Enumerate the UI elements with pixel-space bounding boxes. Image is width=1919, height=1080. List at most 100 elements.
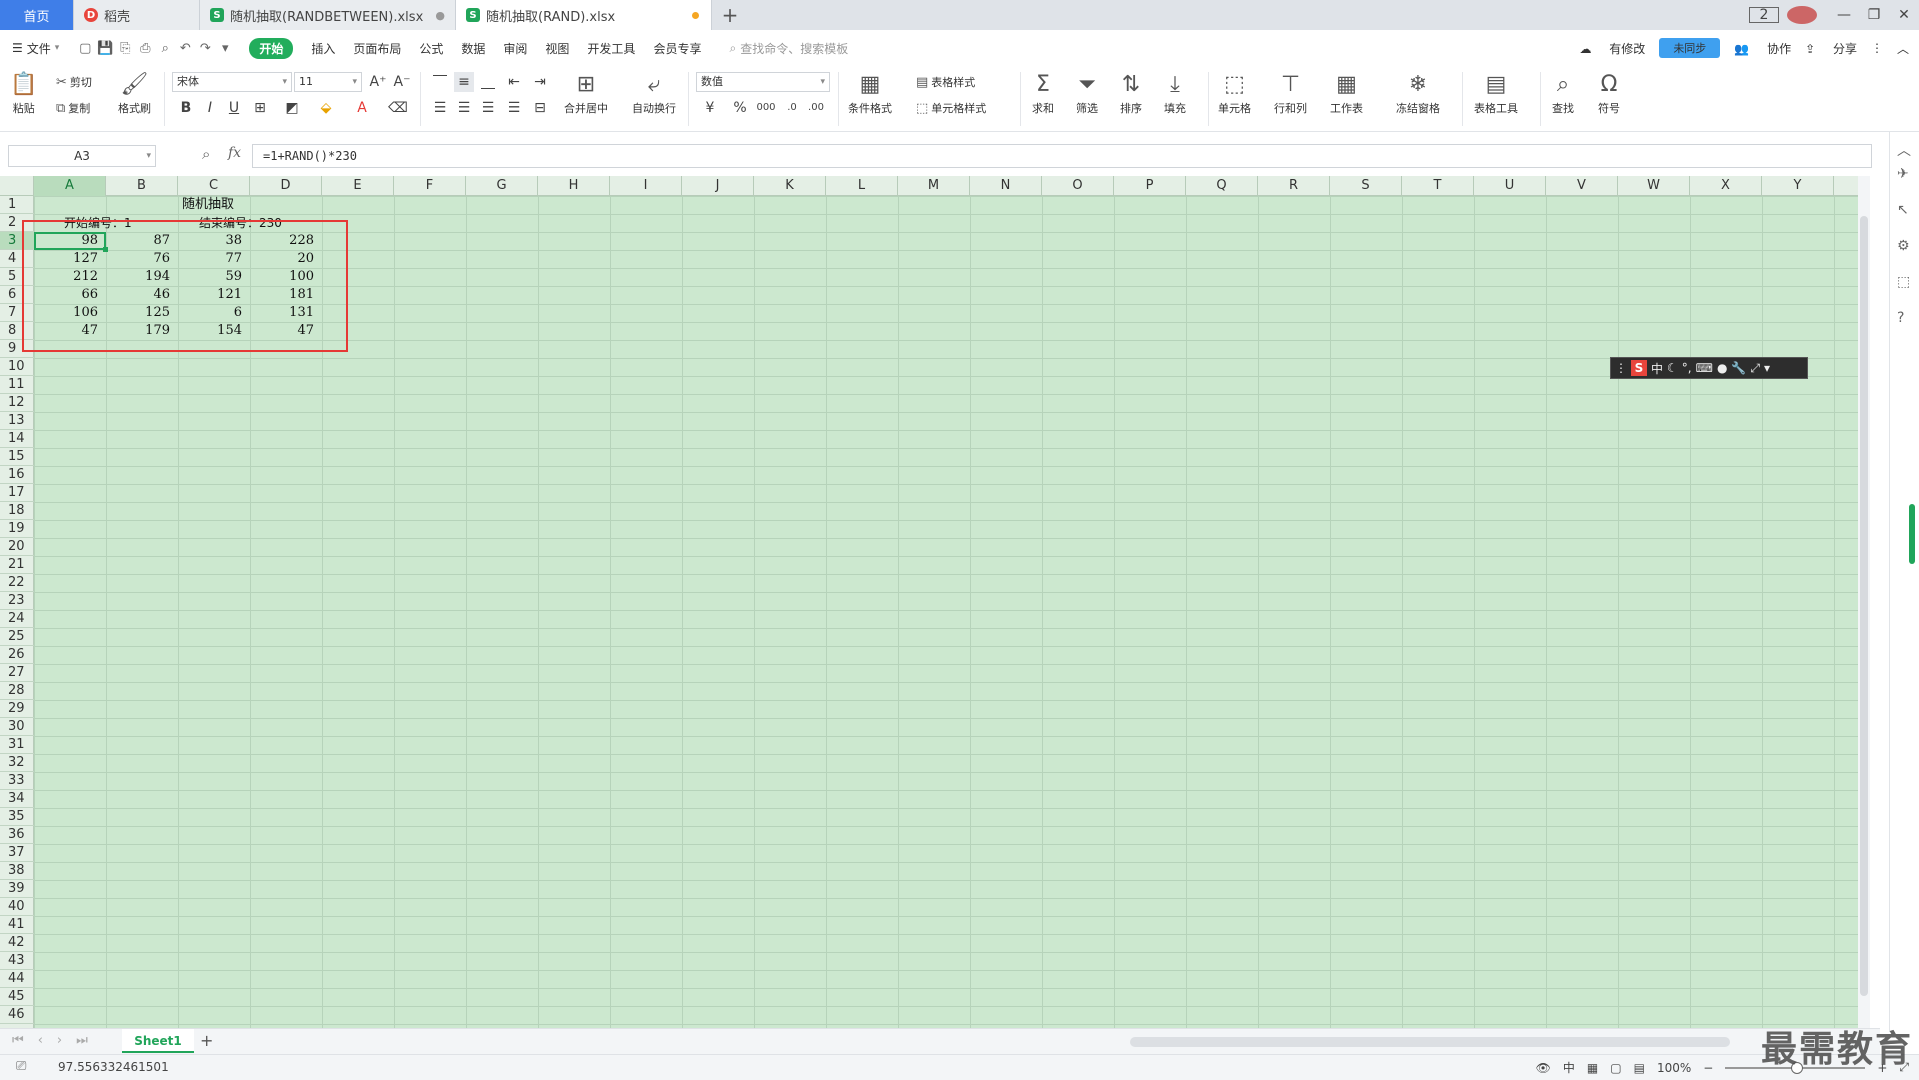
zoom-level[interactable]: 100% xyxy=(1657,1061,1691,1075)
tab-home[interactable]: 首页 xyxy=(0,0,74,30)
prev-sheet-icon[interactable]: ‹ xyxy=(38,1033,43,1048)
row-header-17[interactable]: 17 xyxy=(0,484,34,502)
row-header-45[interactable]: 45 xyxy=(0,988,34,1006)
tab-daoke[interactable]: D 稻壳 xyxy=(74,0,200,30)
column-header-v[interactable]: V xyxy=(1546,176,1618,196)
row-header-46[interactable]: 46 xyxy=(0,1006,34,1024)
undo-icon[interactable]: ↶ xyxy=(175,41,195,56)
formula-input[interactable]: =1+RAND()*230 xyxy=(252,144,1872,168)
new-file-icon[interactable]: ▢ xyxy=(75,41,95,56)
table-tools-button[interactable]: ▤ 表格工具 xyxy=(1474,70,1518,116)
row-header-18[interactable]: 18 xyxy=(0,502,34,520)
underline-icon[interactable]: U xyxy=(224,98,244,118)
copy-button[interactable]: ⧉ 复制 xyxy=(56,100,90,116)
italic-icon[interactable]: I xyxy=(200,98,220,118)
tab-developer[interactable]: 开发工具 xyxy=(587,40,635,57)
align-bottom-icon[interactable]: ⎽ xyxy=(478,72,498,92)
tab-file-randbetween[interactable]: S 随机抽取(RANDBETWEEN).xlsx ● xyxy=(200,0,456,30)
share-button[interactable]: ⇪ 分享 xyxy=(1805,40,1857,57)
chevron-up-icon[interactable]: ︿ xyxy=(1897,140,1911,160)
font-color-icon[interactable]: A xyxy=(352,98,372,118)
font-size-select[interactable]: 11 xyxy=(294,72,362,92)
tab-page-layout[interactable]: 页面布局 xyxy=(353,40,401,57)
table-style-button[interactable]: ▤ 表格样式 xyxy=(916,74,975,90)
command-search[interactable]: ⌕ 查找命令、搜索模板 xyxy=(729,40,848,57)
zoom-formula-icon[interactable]: ⌕ xyxy=(202,145,210,163)
row-header-44[interactable]: 44 xyxy=(0,970,34,988)
number-format-select[interactable]: 数值 xyxy=(696,72,830,92)
column-header-p[interactable]: P xyxy=(1114,176,1186,196)
row-header-28[interactable]: 28 xyxy=(0,682,34,700)
indent-increase-icon[interactable]: ⇥ xyxy=(530,72,550,92)
row-header-21[interactable]: 21 xyxy=(0,556,34,574)
print-icon[interactable]: ⎙ xyxy=(135,41,155,56)
collab-button[interactable]: 👥 协作 xyxy=(1734,40,1791,57)
customize-icon[interactable]: ▾ xyxy=(215,41,235,56)
format-painter-button[interactable]: 🖌 格式刷 xyxy=(118,70,151,116)
column-header-o[interactable]: O xyxy=(1042,176,1114,196)
page-layout-view-icon[interactable]: ▢ xyxy=(1610,1061,1621,1075)
last-sheet-icon[interactable]: ⏭ xyxy=(76,1033,88,1048)
add-sheet-button[interactable]: + xyxy=(200,1031,213,1050)
input-mode[interactable]: 中 xyxy=(1563,1059,1575,1076)
page-break-view-icon[interactable]: ▤ xyxy=(1634,1061,1645,1075)
restore-icon[interactable]: ❐ xyxy=(1859,7,1889,23)
next-sheet-icon[interactable]: › xyxy=(57,1033,62,1048)
row-header-15[interactable]: 15 xyxy=(0,448,34,466)
column-header-t[interactable]: T xyxy=(1402,176,1474,196)
column-header-f[interactable]: F xyxy=(394,176,466,196)
row-header-41[interactable]: 41 xyxy=(0,916,34,934)
row-header-25[interactable]: 25 xyxy=(0,628,34,646)
align-left-icon[interactable]: ☰ xyxy=(430,98,450,118)
column-header-b[interactable]: B xyxy=(106,176,178,196)
settings-sliders-icon[interactable]: ⚙ xyxy=(1897,238,1910,254)
align-top-icon[interactable]: ⎺ xyxy=(430,72,450,92)
column-header-i[interactable]: I xyxy=(610,176,682,196)
macro-icon[interactable]: ⎚ xyxy=(16,1059,26,1074)
select-all-corner[interactable] xyxy=(0,176,34,196)
conditional-format-button[interactable]: ▦ 条件格式 xyxy=(848,70,892,116)
file-menu[interactable]: ☰ 文件 ▾ xyxy=(12,40,59,57)
find-button[interactable]: ⌕ 查找 xyxy=(1552,70,1574,116)
ime-lang[interactable]: 中 xyxy=(1651,360,1663,377)
column-header-h[interactable]: H xyxy=(538,176,610,196)
bold-icon[interactable]: B xyxy=(176,98,196,118)
row-header-26[interactable]: 26 xyxy=(0,646,34,664)
redo-icon[interactable]: ↷ xyxy=(195,41,215,56)
merge-center-button[interactable]: ⊞ 合并居中 xyxy=(564,70,608,116)
column-header-w[interactable]: W xyxy=(1618,176,1690,196)
increase-decimal-icon[interactable]: .0 xyxy=(782,98,802,118)
column-header-n[interactable]: N xyxy=(970,176,1042,196)
row-header-19[interactable]: 19 xyxy=(0,520,34,538)
row-header-40[interactable]: 40 xyxy=(0,898,34,916)
sogou-icon[interactable]: S xyxy=(1631,360,1647,376)
cell-button[interactable]: ⬚ 单元格 xyxy=(1218,70,1251,116)
tab-review[interactable]: 审阅 xyxy=(503,40,527,57)
symbol-button[interactable]: Ω 符号 xyxy=(1598,70,1620,116)
row-header-34[interactable]: 34 xyxy=(0,790,34,808)
tab-insert[interactable]: 插入 xyxy=(311,40,335,57)
wrap-text-button[interactable]: ⤶ 自动换行 xyxy=(632,70,676,116)
moon-icon[interactable]: ☾ xyxy=(1667,361,1678,375)
close-icon[interactable]: ✕ xyxy=(1889,7,1919,23)
unsaved-dot-icon[interactable] xyxy=(692,11,699,19)
window-count-badge[interactable]: 2 xyxy=(1749,7,1779,23)
grip-icon[interactable]: ⋮ xyxy=(1615,361,1627,375)
tab-data[interactable]: 数据 xyxy=(461,40,485,57)
column-header-k[interactable]: K xyxy=(754,176,826,196)
row-header-43[interactable]: 43 xyxy=(0,952,34,970)
minimize-icon[interactable]: — xyxy=(1829,7,1859,23)
decrease-font-icon[interactable]: A⁻ xyxy=(392,72,412,92)
font-name-select[interactable]: 宋体 xyxy=(172,72,292,92)
cell-style-button[interactable]: ⬚ 单元格样式 xyxy=(916,100,986,116)
row-header-39[interactable]: 39 xyxy=(0,880,34,898)
sum-button[interactable]: Σ 求和 xyxy=(1032,70,1054,116)
print-preview-icon[interactable]: ⌕ xyxy=(155,41,175,56)
column-header-u[interactable]: U xyxy=(1474,176,1546,196)
user-icon[interactable]: ● xyxy=(1717,361,1727,375)
save-icon[interactable]: 💾 xyxy=(95,41,115,56)
column-header-c[interactable]: C xyxy=(178,176,250,196)
row-header-42[interactable]: 42 xyxy=(0,934,34,952)
sheet-tab-sheet1[interactable]: Sheet1 xyxy=(122,1029,194,1053)
help-icon[interactable]: ? xyxy=(1897,310,1904,326)
